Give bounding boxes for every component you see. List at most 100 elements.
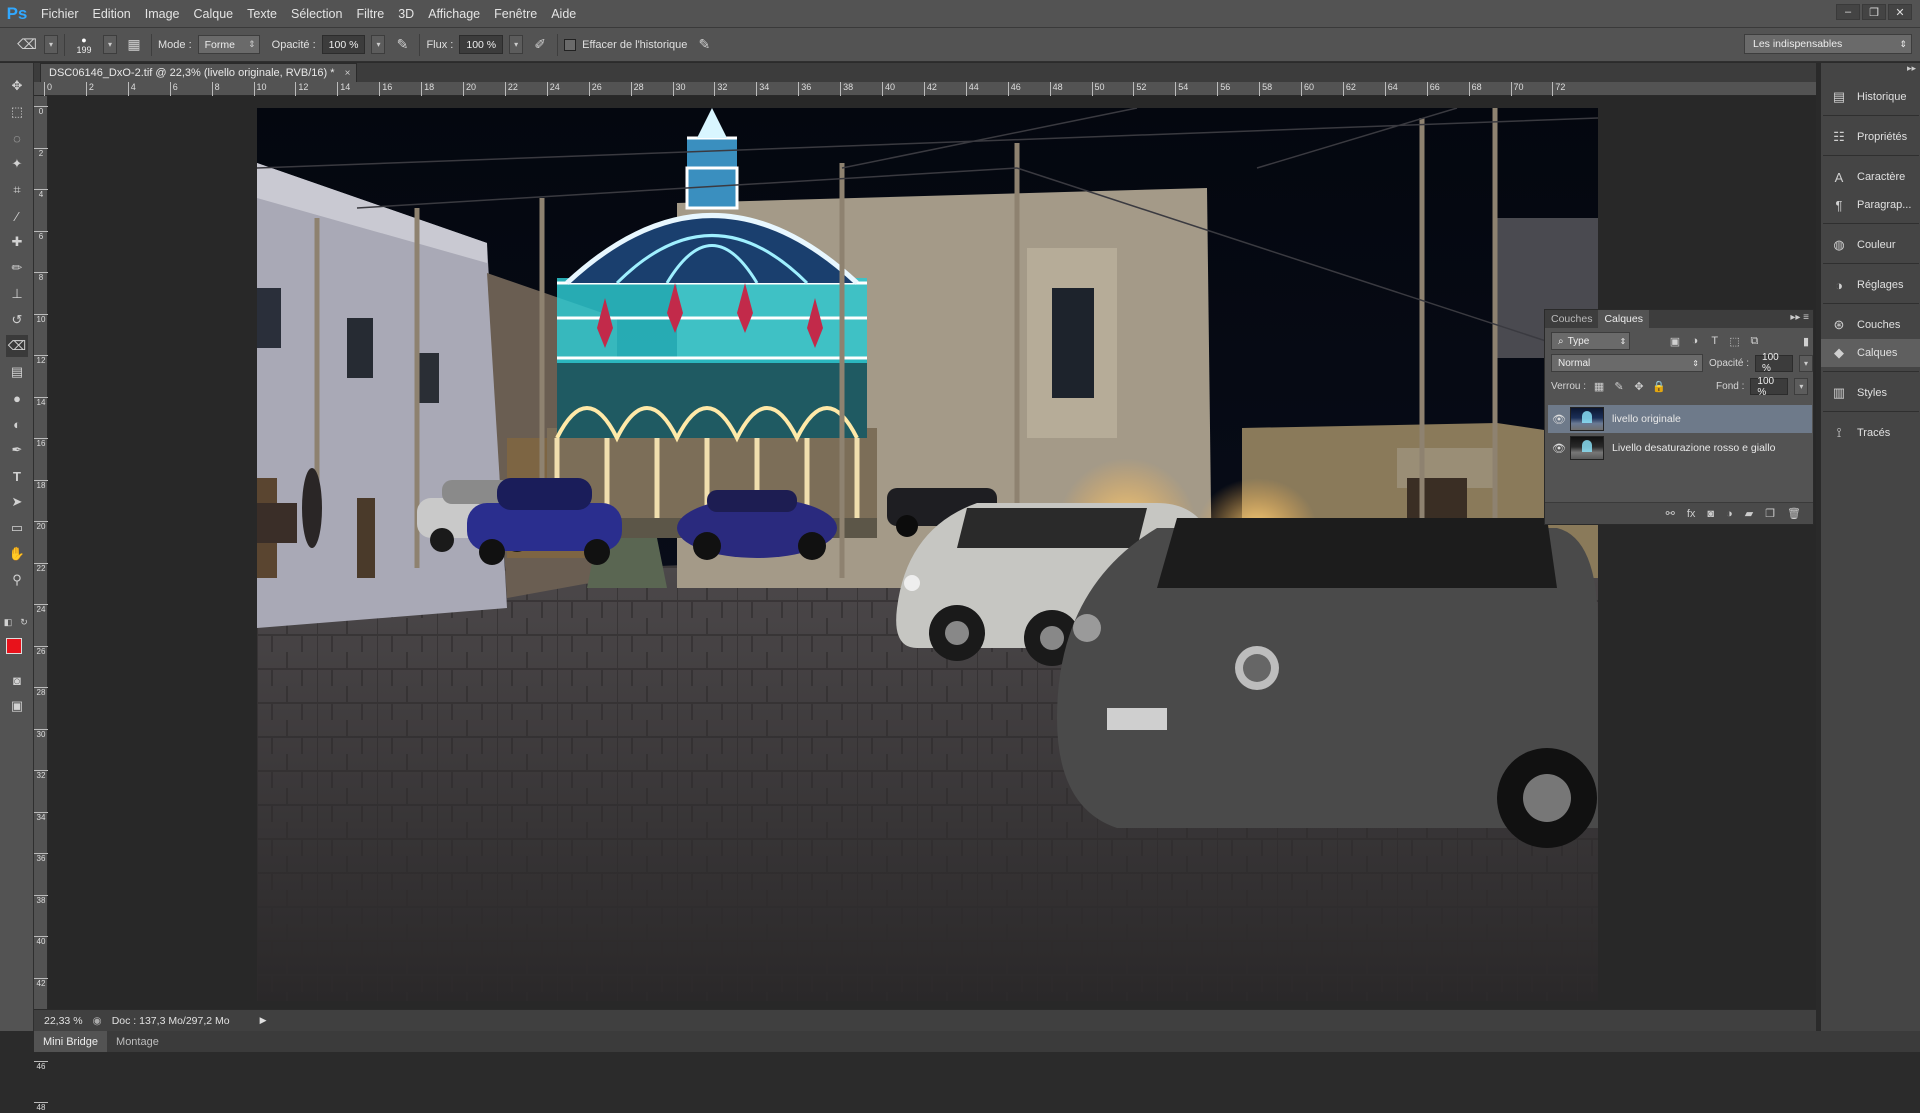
menu-edition[interactable]: Edition: [86, 0, 138, 28]
size-pressure-icon[interactable]: ✎: [693, 34, 715, 56]
layer-row-desaturazione[interactable]: 👁 Livello desaturazione rosso e giallo: [1548, 434, 1812, 462]
dock-item-calques[interactable]: ◆ Calques: [1821, 339, 1920, 367]
new-adjustment-layer-icon[interactable]: ◑: [1726, 508, 1733, 520]
erase-history-checkbox[interactable]: [564, 38, 577, 51]
default-colors-icon[interactable]: ◧: [2, 611, 14, 633]
shape-tool-icon[interactable]: ▭: [6, 517, 28, 539]
workspace-select[interactable]: Les indispensables: [1744, 34, 1912, 54]
gradient-tool-icon[interactable]: ▤: [6, 361, 28, 383]
dock-item-paragraphe[interactable]: ¶ Paragrap...: [1821, 191, 1920, 219]
layer-opacity-input[interactable]: 100 %: [1755, 352, 1794, 374]
type-filter-icon[interactable]: T: [1708, 334, 1722, 348]
opacity-slider-dropdown[interactable]: ▾: [371, 35, 386, 54]
eraser-tool-preset-icon[interactable]: ⌫: [16, 34, 38, 56]
adjustment-filter-icon[interactable]: ◑: [1688, 334, 1702, 348]
layer-style-fx-icon[interactable]: fx: [1687, 508, 1696, 520]
magic-wand-tool-icon[interactable]: ✦: [6, 153, 28, 175]
brush-tool-icon[interactable]: ✏: [6, 257, 28, 279]
flow-slider-dropdown[interactable]: ▾: [509, 35, 524, 54]
lock-all-icon[interactable]: 🔒: [1652, 380, 1666, 394]
tab-calques[interactable]: Calques: [1598, 310, 1649, 328]
new-group-folder-icon[interactable]: ▰: [1745, 507, 1753, 520]
zoom-tool-icon[interactable]: ⚲: [6, 569, 28, 591]
menu-image[interactable]: Image: [138, 0, 187, 28]
brush-preset-dropdown[interactable]: ▾: [103, 35, 117, 54]
menu-calque[interactable]: Calque: [187, 0, 241, 28]
dock-item-reglages[interactable]: ◑ Réglages: [1821, 271, 1920, 299]
blend-mode-select[interactable]: Normal: [1551, 354, 1703, 372]
menu-texte[interactable]: Texte: [240, 0, 284, 28]
filter-toggle-icon[interactable]: ▮: [1799, 334, 1813, 348]
menu-aide[interactable]: Aide: [544, 0, 583, 28]
layer-opacity-dropdown[interactable]: ▾: [1799, 354, 1814, 372]
menu-selection[interactable]: Sélection: [284, 0, 349, 28]
brush-preset-picker[interactable]: ● 199: [71, 35, 97, 55]
history-brush-tool-icon[interactable]: ↺: [6, 309, 28, 331]
lock-pixels-icon[interactable]: ✎: [1612, 380, 1626, 394]
eraser-tool-icon[interactable]: ⌫: [6, 335, 28, 357]
type-tool-icon[interactable]: T: [6, 465, 28, 487]
delete-layer-trash-icon[interactable]: 🗑: [1787, 507, 1801, 520]
lock-transparency-icon[interactable]: ▦: [1592, 380, 1606, 394]
panel-menu-icon[interactable]: ▸▸ ≡: [1790, 312, 1809, 323]
airbrush-icon[interactable]: ✐: [529, 34, 551, 56]
flow-input[interactable]: 100 %: [459, 35, 504, 54]
dock-item-caractere[interactable]: A Caractère: [1821, 163, 1920, 191]
zoom-level[interactable]: 22,33 %: [44, 1015, 83, 1027]
document-image[interactable]: [257, 108, 1598, 1001]
filter-kind-select[interactable]: ⌕ Type: [1551, 332, 1631, 350]
visibility-eye-icon[interactable]: 👁: [1548, 442, 1570, 455]
opacity-pressure-icon[interactable]: ✎: [391, 34, 413, 56]
pixel-filter-icon[interactable]: ▣: [1668, 334, 1682, 348]
swap-colors-icon[interactable]: ↻: [18, 611, 30, 633]
menu-3d[interactable]: 3D: [391, 0, 421, 28]
crop-tool-icon[interactable]: ⌗: [6, 179, 28, 201]
dock-item-styles[interactable]: ▥ Styles: [1821, 379, 1920, 407]
layer-row-livello-originale[interactable]: 👁 livello originale: [1548, 405, 1812, 433]
clone-stamp-tool-icon[interactable]: ⊥: [6, 283, 28, 305]
add-mask-icon[interactable]: ◙: [1707, 508, 1714, 520]
dock-item-historique[interactable]: ▤ Historique: [1821, 83, 1920, 111]
dock-item-proprietes[interactable]: ☷ Propriétés: [1821, 123, 1920, 151]
healing-brush-tool-icon[interactable]: ✚: [6, 231, 28, 253]
collapse-dock-icon[interactable]: ▸▸: [1907, 63, 1916, 74]
pen-tool-icon[interactable]: ✒: [6, 439, 28, 461]
menu-fenetre[interactable]: Fenêtre: [487, 0, 544, 28]
tab-mini-bridge[interactable]: Mini Bridge: [34, 1031, 108, 1052]
close-document-icon[interactable]: ×: [345, 68, 351, 79]
horizontal-ruler[interactable]: 0 2 4 6 8 10 12 14 16 18 20 22 24 26 28 30 32 34 36 38 40 42 4…: [34, 82, 1816, 96]
document-tab[interactable]: DSC06146_DxO-2.tif @ 22,3% (livello orig…: [40, 63, 358, 82]
move-tool-icon[interactable]: ✥: [6, 75, 28, 97]
blur-tool-icon[interactable]: ●: [6, 387, 28, 409]
opacity-input[interactable]: 100 %: [321, 35, 366, 54]
fill-dropdown[interactable]: ▾: [1794, 378, 1809, 395]
vertical-ruler[interactable]: 0 2 4 6 8 10 12 14 16 18 20 22 24 26 28 30 32 34 36 38 40 42 4…: [34, 96, 48, 1112]
restore-button[interactable]: ❐: [1862, 4, 1886, 20]
smart-object-filter-icon[interactable]: ⧉: [1748, 334, 1762, 348]
tab-montage[interactable]: Montage: [107, 1031, 168, 1052]
quick-mask-icon[interactable]: ◙: [6, 669, 28, 691]
lock-position-icon[interactable]: ✥: [1632, 380, 1646, 394]
marquee-tool-icon[interactable]: ⬚: [6, 101, 28, 123]
visibility-eye-icon[interactable]: 👁: [1548, 413, 1570, 426]
lasso-tool-icon[interactable]: ◌: [6, 127, 28, 149]
new-layer-icon[interactable]: ❐: [1765, 507, 1775, 520]
shape-filter-icon[interactable]: ⬚: [1728, 334, 1742, 348]
dock-item-couleur[interactable]: ◍ Couleur: [1821, 231, 1920, 259]
dock-item-couches[interactable]: ⊛ Couches: [1821, 311, 1920, 339]
tool-preset-dropdown[interactable]: ▾: [44, 35, 58, 54]
foreground-color-swatch[interactable]: [6, 638, 22, 654]
menu-filtre[interactable]: Filtre: [349, 0, 391, 28]
fill-input[interactable]: 100 %: [1750, 376, 1789, 398]
close-window-button[interactable]: ✕: [1888, 4, 1912, 20]
screen-mode-icon[interactable]: ▣: [6, 695, 28, 717]
mode-select[interactable]: Forme: [197, 35, 260, 54]
brush-panel-toggle-icon[interactable]: ▦: [123, 34, 145, 56]
minimize-button[interactable]: –: [1836, 4, 1860, 20]
status-menu-arrow-icon[interactable]: ▶: [260, 1015, 267, 1026]
hand-tool-icon[interactable]: ✋: [6, 543, 28, 565]
dodge-tool-icon[interactable]: ◐: [6, 413, 28, 435]
menu-affichage[interactable]: Affichage: [421, 0, 487, 28]
status-info-icon[interactable]: ◉: [93, 1015, 102, 1027]
dock-item-traces[interactable]: ⟟ Tracés: [1821, 419, 1920, 447]
